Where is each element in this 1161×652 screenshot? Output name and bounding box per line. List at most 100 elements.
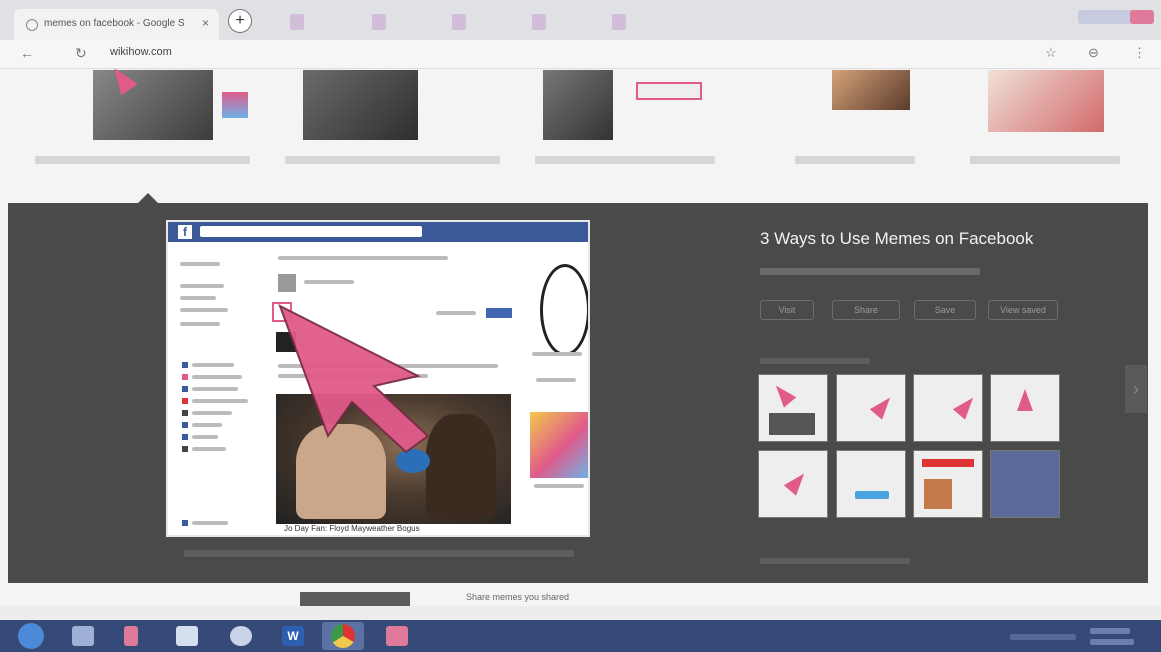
visit-button[interactable]: Visit	[760, 300, 814, 320]
background-tab[interactable]	[612, 14, 626, 30]
word-icon[interactable]: W	[282, 626, 304, 646]
tray-clock-time[interactable]	[1090, 628, 1130, 634]
comic-caption	[534, 484, 584, 488]
related-image[interactable]	[913, 374, 983, 442]
sidebar-line	[192, 399, 248, 403]
sidebar-icon	[182, 386, 188, 392]
sidebar-line	[180, 262, 220, 266]
bottom-chip[interactable]	[300, 592, 410, 606]
start-button-icon[interactable]	[18, 623, 44, 649]
bookmark-star-icon[interactable]: ☆	[1045, 45, 1057, 61]
sidebar-icon	[182, 446, 188, 452]
related-image[interactable]	[836, 374, 906, 442]
back-icon[interactable]: ←	[20, 45, 34, 61]
facebook-search-bar	[200, 226, 422, 237]
badge-caption	[536, 378, 576, 382]
result-caption[interactable]	[795, 156, 915, 164]
tab-close-icon[interactable]: ×	[202, 16, 209, 30]
background-tab[interactable]	[452, 14, 466, 30]
related-image[interactable]	[758, 450, 828, 518]
sidebar-icon	[182, 434, 188, 440]
post-button	[486, 308, 512, 318]
related-image[interactable]	[990, 450, 1060, 518]
overlay-pointer	[138, 193, 158, 203]
sidebar-icon	[182, 374, 188, 380]
badge-caption	[532, 352, 582, 356]
sidebar-line	[180, 284, 224, 288]
result-thumbnail[interactable]	[543, 70, 613, 140]
chrome-icon[interactable]	[331, 624, 355, 648]
image-disclaimer	[184, 550, 574, 557]
window-close-button[interactable]	[1130, 10, 1154, 24]
result-title[interactable]: 3 Ways to Use Memes on Facebook	[760, 229, 1033, 249]
app-icon[interactable]	[230, 626, 252, 646]
result-thumbnail-small[interactable]	[222, 92, 248, 118]
bottom-strip-text[interactable]: Share memes you shared	[466, 592, 569, 602]
browser-tab[interactable]: memes on facebook - Google S ×	[14, 9, 219, 40]
app-icon[interactable]	[124, 626, 138, 646]
sidebar-line	[192, 521, 228, 525]
url-field[interactable]: wikihow.com	[110, 46, 172, 58]
composer-prompt	[304, 280, 354, 284]
big-pink-arrow-icon	[278, 304, 430, 454]
sidebar-icon	[182, 410, 188, 416]
composer-options	[278, 256, 448, 260]
sidebar-line	[180, 308, 228, 312]
menu-icon[interactable]: ⋮	[1133, 45, 1146, 61]
preview-image[interactable]: f Jo Day Fan: Floyd Mayweather Bogus	[166, 220, 590, 537]
system-tray-icons[interactable]	[1010, 634, 1076, 640]
new-tab-button[interactable]: +	[228, 9, 252, 33]
related-images-label	[760, 358, 870, 364]
sidebar-icon	[182, 422, 188, 428]
page-badge	[540, 262, 588, 356]
background-tab[interactable]	[372, 14, 386, 30]
result-source-line[interactable]	[760, 268, 980, 275]
taskview-icon[interactable]	[72, 626, 94, 646]
background-tab[interactable]	[532, 14, 546, 30]
sidebar-icon	[182, 398, 188, 404]
google-favicon-icon	[26, 19, 38, 31]
save-button[interactable]: Save	[914, 300, 976, 320]
background-tab[interactable]	[290, 14, 304, 30]
address-bar-row: ← ↻ wikihow.com ☆ ⊖ ⋮	[0, 40, 1161, 69]
reload-icon[interactable]: ↻	[75, 45, 87, 62]
sidebar-line	[192, 423, 222, 427]
tab-title: memes on facebook - Google S	[44, 18, 185, 29]
comic-thumbnail	[530, 412, 588, 478]
related-image[interactable]	[836, 450, 906, 518]
sidebar-line	[192, 411, 232, 415]
related-next-button[interactable]: ›	[1125, 365, 1147, 413]
view-more-link[interactable]	[760, 558, 910, 564]
result-thumbnail[interactable]	[303, 70, 418, 140]
sidebar-line	[192, 363, 234, 367]
result-thumbnail-box[interactable]	[636, 82, 702, 100]
taskbar	[0, 620, 1161, 652]
sidebar-line	[192, 435, 218, 439]
account-icon[interactable]: ⊖	[1088, 45, 1099, 61]
related-image[interactable]	[758, 374, 828, 442]
result-caption[interactable]	[35, 156, 250, 164]
sidebar-line	[180, 296, 216, 300]
tray-clock-date[interactable]	[1090, 639, 1134, 645]
view-saved-button[interactable]: View saved	[988, 300, 1058, 320]
sidebar-line	[192, 375, 242, 379]
result-thumbnail[interactable]	[832, 70, 910, 110]
bottom-results-row	[0, 606, 1161, 620]
result-caption[interactable]	[535, 156, 715, 164]
sidebar-icon	[182, 362, 188, 368]
related-image[interactable]	[913, 450, 983, 518]
photo-caption: Jo Day Fan: Floyd Mayweather Bogus	[284, 524, 420, 533]
sidebar-icon	[182, 520, 188, 526]
sidebar-line	[180, 322, 220, 326]
sidebar-line	[192, 447, 226, 451]
result-caption[interactable]	[970, 156, 1120, 164]
facebook-logo-icon: f	[178, 225, 192, 239]
result-caption[interactable]	[285, 156, 500, 164]
sidebar-line	[192, 387, 238, 391]
file-explorer-icon[interactable]	[176, 626, 198, 646]
share-button[interactable]: Share	[832, 300, 900, 320]
app-icon[interactable]	[386, 626, 408, 646]
result-thumbnail[interactable]	[988, 70, 1104, 132]
avatar	[278, 274, 296, 292]
related-image[interactable]	[990, 374, 1060, 442]
